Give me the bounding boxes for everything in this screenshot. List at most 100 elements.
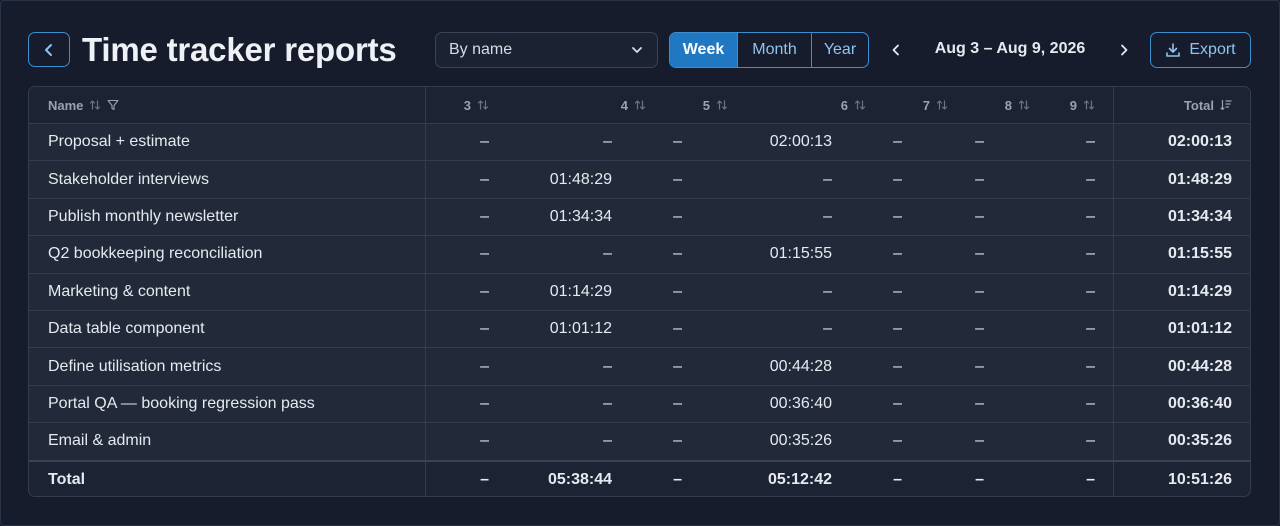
day-3-duration: – xyxy=(480,432,489,450)
period-month-button[interactable]: Month xyxy=(737,33,811,67)
download-icon xyxy=(1165,42,1181,58)
column-header-day-7[interactable]: 7 xyxy=(866,87,948,123)
table-row: Publish monthly newsletter – 01:34:34 – – – – –… xyxy=(29,197,1250,236)
row-total-duration: 00:35:26 xyxy=(1167,432,1232,450)
column-header-day-6[interactable]: 6 xyxy=(728,87,866,123)
day-3-duration: – xyxy=(480,282,489,300)
day-4-duration: 01:34:34 xyxy=(549,207,612,225)
export-label: Export xyxy=(1189,41,1236,58)
column-header-day-4[interactable]: 4 xyxy=(507,87,646,123)
day-3-duration: – xyxy=(480,170,489,188)
day-9-duration: – xyxy=(1030,311,1114,348)
day-5-duration: – xyxy=(673,282,682,300)
table-header-row: Name 3 4 5 6 7 8 9 Total xyxy=(29,87,1250,123)
group-by-value: By name xyxy=(449,41,513,58)
day-6-duration: 00:44:28 xyxy=(769,357,832,375)
day-5-duration: – xyxy=(673,133,682,151)
day-8-duration: – xyxy=(975,394,984,412)
day-3-duration: – xyxy=(480,394,489,412)
day-9-duration: – xyxy=(1030,273,1114,310)
column-header-day-3[interactable]: 3 xyxy=(426,87,507,123)
report-table: Name 3 4 5 6 7 8 9 Total Proposal + esti… xyxy=(28,86,1251,497)
day-9-duration: – xyxy=(1030,348,1114,385)
export-button[interactable]: Export xyxy=(1150,32,1251,68)
day-4-duration: 05:38:44 xyxy=(547,470,612,488)
sort-icon[interactable] xyxy=(854,99,866,111)
task-name: Email & admin xyxy=(29,423,426,460)
sort-icon[interactable] xyxy=(89,99,101,111)
column-header-day-9[interactable]: 9 xyxy=(1030,87,1114,123)
next-period-button[interactable] xyxy=(1114,40,1134,60)
day-3-duration: – xyxy=(480,320,489,338)
day-8-duration: – xyxy=(975,245,984,263)
day-9-duration: – xyxy=(1030,461,1114,496)
day-7-duration: – xyxy=(893,470,902,488)
column-header-day-5[interactable]: 5 xyxy=(646,87,728,123)
task-name: Q2 bookkeeping reconciliation xyxy=(29,236,426,273)
day-7-duration: – xyxy=(893,357,902,375)
day-7-duration: – xyxy=(893,245,902,263)
chevron-left-icon xyxy=(42,43,56,57)
row-total-duration: 01:34:34 xyxy=(1167,207,1232,225)
day-6-duration: 00:35:26 xyxy=(769,432,832,450)
filter-icon[interactable] xyxy=(107,99,119,111)
sort-icon[interactable] xyxy=(634,99,646,111)
previous-period-button[interactable] xyxy=(886,40,906,60)
back-button[interactable] xyxy=(28,32,70,67)
day-9-duration: – xyxy=(1030,198,1114,236)
day-3-duration: – xyxy=(480,245,489,263)
day-4-duration: – xyxy=(603,357,612,375)
table-row: Email & admin – – – 00:35:26 – – – 00:35:26 xyxy=(29,422,1250,460)
day-4-duration: 01:48:29 xyxy=(549,170,612,188)
day-6-duration: 05:12:42 xyxy=(767,470,832,488)
table-row: Stakeholder interviews – 01:48:29 – – – – – 01:4… xyxy=(29,160,1250,198)
day-4-duration: – xyxy=(603,432,612,450)
day-4-duration: 01:01:12 xyxy=(549,320,612,338)
group-by-select[interactable]: By name xyxy=(435,32,658,68)
table-row: Data table component – 01:01:12 – – – – – 01:01:… xyxy=(29,310,1250,348)
column-header-name[interactable]: Name xyxy=(29,87,426,123)
task-name: Publish monthly newsletter xyxy=(29,198,426,236)
day-6-duration: 02:00:13 xyxy=(769,133,832,151)
day-5-duration: – xyxy=(673,432,682,450)
row-total-duration: 00:44:28 xyxy=(1167,357,1232,375)
day-7-duration: – xyxy=(893,282,902,300)
day-8-duration: – xyxy=(975,432,984,450)
period-year-button[interactable]: Year xyxy=(811,33,868,67)
column-header-total[interactable]: Total xyxy=(1114,87,1250,123)
row-total-duration: 01:01:12 xyxy=(1167,320,1232,338)
day-4-duration: 01:14:29 xyxy=(549,282,612,300)
sort-icon[interactable] xyxy=(1018,99,1030,111)
period-week-button[interactable]: Week xyxy=(670,33,737,67)
day-3-duration: – xyxy=(480,357,489,375)
row-total-duration: 01:14:29 xyxy=(1167,282,1232,300)
day-4-duration: – xyxy=(603,245,612,263)
day-7-duration: – xyxy=(893,207,902,225)
sort-icon[interactable] xyxy=(477,99,489,111)
table-row: Q2 bookkeeping reconciliation – – – 01:15:55… xyxy=(29,235,1250,273)
task-name: Stakeholder interviews xyxy=(29,161,426,198)
day-6-duration: – xyxy=(823,282,832,300)
date-range: Aug 3 – Aug 9, 2026 xyxy=(934,40,1086,57)
page-title: Time tracker reports xyxy=(82,31,397,68)
sort-icon[interactable] xyxy=(716,99,728,111)
day-3-duration: – xyxy=(480,207,489,225)
day-6-duration: 01:15:55 xyxy=(769,245,832,263)
day-6-duration: – xyxy=(823,170,832,188)
day-5-duration: – xyxy=(673,357,682,375)
sort-icon[interactable] xyxy=(936,99,948,111)
grand-total-duration: 10:51:26 xyxy=(1167,470,1232,488)
day-7-duration: – xyxy=(893,394,902,412)
day-6-duration: – xyxy=(823,320,832,338)
column-header-day-8[interactable]: 8 xyxy=(948,87,1030,123)
day-8-duration: – xyxy=(975,170,984,188)
day-8-duration: – xyxy=(975,470,984,488)
table-row: Marketing & content – 01:14:29 – – – – – 01:14:2… xyxy=(29,272,1250,310)
sort-icon[interactable] xyxy=(1083,99,1095,111)
sort-descending-icon[interactable] xyxy=(1220,99,1232,111)
task-name: Portal QA — booking regression pass xyxy=(29,385,426,423)
task-name: Marketing & content xyxy=(29,273,426,310)
total-label: Total xyxy=(29,461,426,496)
day-5-duration: – xyxy=(673,470,682,488)
chevron-left-icon xyxy=(890,44,902,56)
